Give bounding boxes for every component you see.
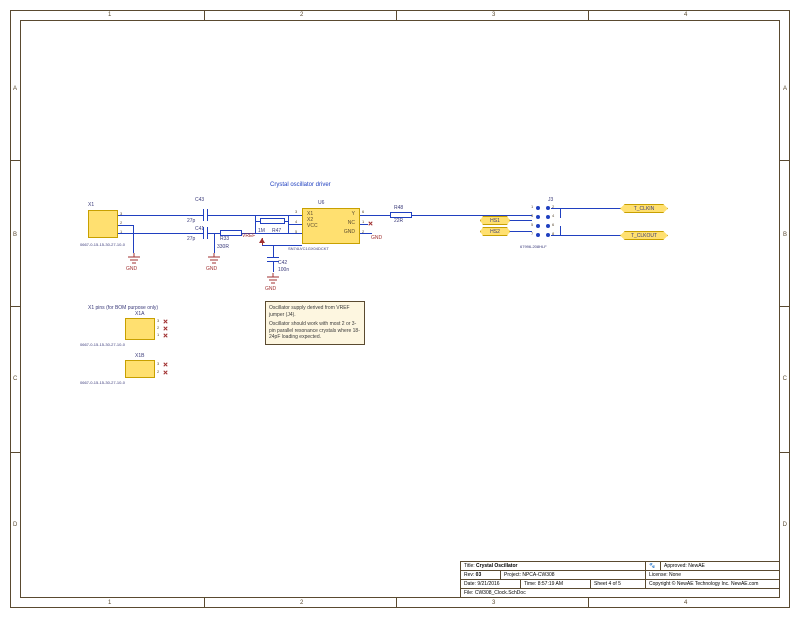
j3-ref: J3: [548, 197, 553, 203]
c43-ref: C43: [195, 197, 204, 203]
note-box: Oscillator supply derived from VREF jump…: [265, 301, 365, 345]
u6-ref: U6: [318, 200, 324, 206]
note-line2: Oscillator should work with most 2 or 3-…: [269, 321, 361, 341]
copyright-value: Copyright © NewAE Technology Inc. NewAE.…: [646, 580, 779, 588]
r48-val: 22R: [394, 218, 403, 224]
grid-row-br: B: [783, 232, 787, 238]
r48-ref: R48: [394, 205, 403, 211]
c42-val: 100n: [278, 267, 289, 273]
x1-part: 0667-0-15-15-30-27-10-0: [80, 242, 125, 247]
component-u6: X1 X2 VCC Y NC GND: [302, 208, 360, 244]
gnd-label-2: GND: [206, 266, 217, 272]
grid-row-ar: A: [783, 86, 787, 92]
nc-marker: [368, 221, 373, 226]
grid-col-4: 4: [684, 12, 687, 18]
gnd-symbol-1: [128, 253, 140, 265]
grid-col-3: 3: [492, 12, 495, 18]
c42-ref: C42: [278, 260, 287, 266]
r33-ref: R33: [220, 236, 229, 242]
net-hs1: HS1: [480, 216, 510, 225]
date-value: 9/21/2016: [477, 581, 499, 587]
bom-note: X1 pins (for BOM purpose only): [88, 305, 158, 311]
c41-val: 27p: [187, 236, 195, 242]
grid-row-c: C: [13, 376, 17, 382]
vref-label: VREF: [242, 233, 255, 239]
j3-part: 67996-208HLF: [520, 244, 547, 249]
u6-p-y: Y: [352, 211, 355, 217]
file-value: CW308_Clock.SchDoc: [475, 590, 526, 596]
gnd-label-1: GND: [126, 266, 137, 272]
net-clkout: T_CLKOUT: [620, 231, 668, 240]
component-x1b: [125, 360, 155, 378]
grid-col-2: 2: [300, 12, 303, 18]
grid-row-d: D: [13, 522, 17, 528]
x1b-ref: X1B: [135, 353, 144, 359]
grid-row-b: B: [13, 232, 17, 238]
r47-ref: R47: [272, 228, 281, 234]
x1-ref: X1: [88, 202, 94, 208]
c43-val: 27p: [187, 218, 195, 224]
u6-gnd: GND: [371, 235, 382, 241]
component-x1: [88, 210, 118, 238]
gnd-symbol-2: [208, 253, 220, 265]
time-value: 8:57:19 AM: [538, 581, 563, 587]
grid-row-cr: C: [783, 376, 787, 382]
grid-col-4b: 4: [684, 600, 687, 606]
approved-value: NewAE: [688, 563, 705, 569]
schematic-canvas: Crystal oscillator driver X1 0667-0-15-1…: [20, 20, 780, 598]
r33-val: 330R: [217, 244, 229, 250]
component-x1a: [125, 318, 155, 340]
x1a-ref: X1A: [135, 311, 144, 317]
u6-part: SN74LVC1GX04DCKT: [288, 246, 329, 251]
x1b-part: 0667-0-15-15-30-27-10-0: [80, 380, 125, 385]
net-clkin: T_CLKIN: [620, 204, 668, 213]
project-value: NPCA-CW308: [522, 572, 554, 578]
net-hs2: HS2: [480, 227, 510, 236]
grid-col-3b: 3: [492, 600, 495, 606]
section-title: Crystal oscillator driver: [270, 182, 331, 188]
r47-val: 1M: [258, 228, 265, 234]
grid-col-2b: 2: [300, 600, 303, 606]
sheet-value: Sheet 4 of 5: [591, 580, 646, 588]
x1a-part: 0667-0-15-15-30-27-10-0: [80, 342, 125, 347]
note-line1: Oscillator supply derived from VREF jump…: [269, 305, 361, 318]
u6-p-gnd: GND: [344, 229, 355, 235]
schematic-sheet: 1 2 3 4 1 2 3 4 A B C D A B C D Crystal …: [0, 0, 800, 618]
gnd-symbol-3: [267, 273, 279, 285]
grid-row-dr: D: [783, 522, 787, 528]
license-value: None: [669, 572, 681, 578]
u6-p-nc: NC: [348, 220, 355, 226]
title-block: Title: Crystal Oscillator 🐾 Approved: Ne…: [460, 561, 780, 598]
grid-col-1: 1: [108, 12, 111, 18]
grid-row-a: A: [13, 86, 17, 92]
title-value: Crystal Oscillator: [476, 563, 517, 569]
grid-col-1b: 1: [108, 600, 111, 606]
gnd-label-3: GND: [265, 286, 276, 292]
rev-value: 03: [476, 572, 482, 578]
